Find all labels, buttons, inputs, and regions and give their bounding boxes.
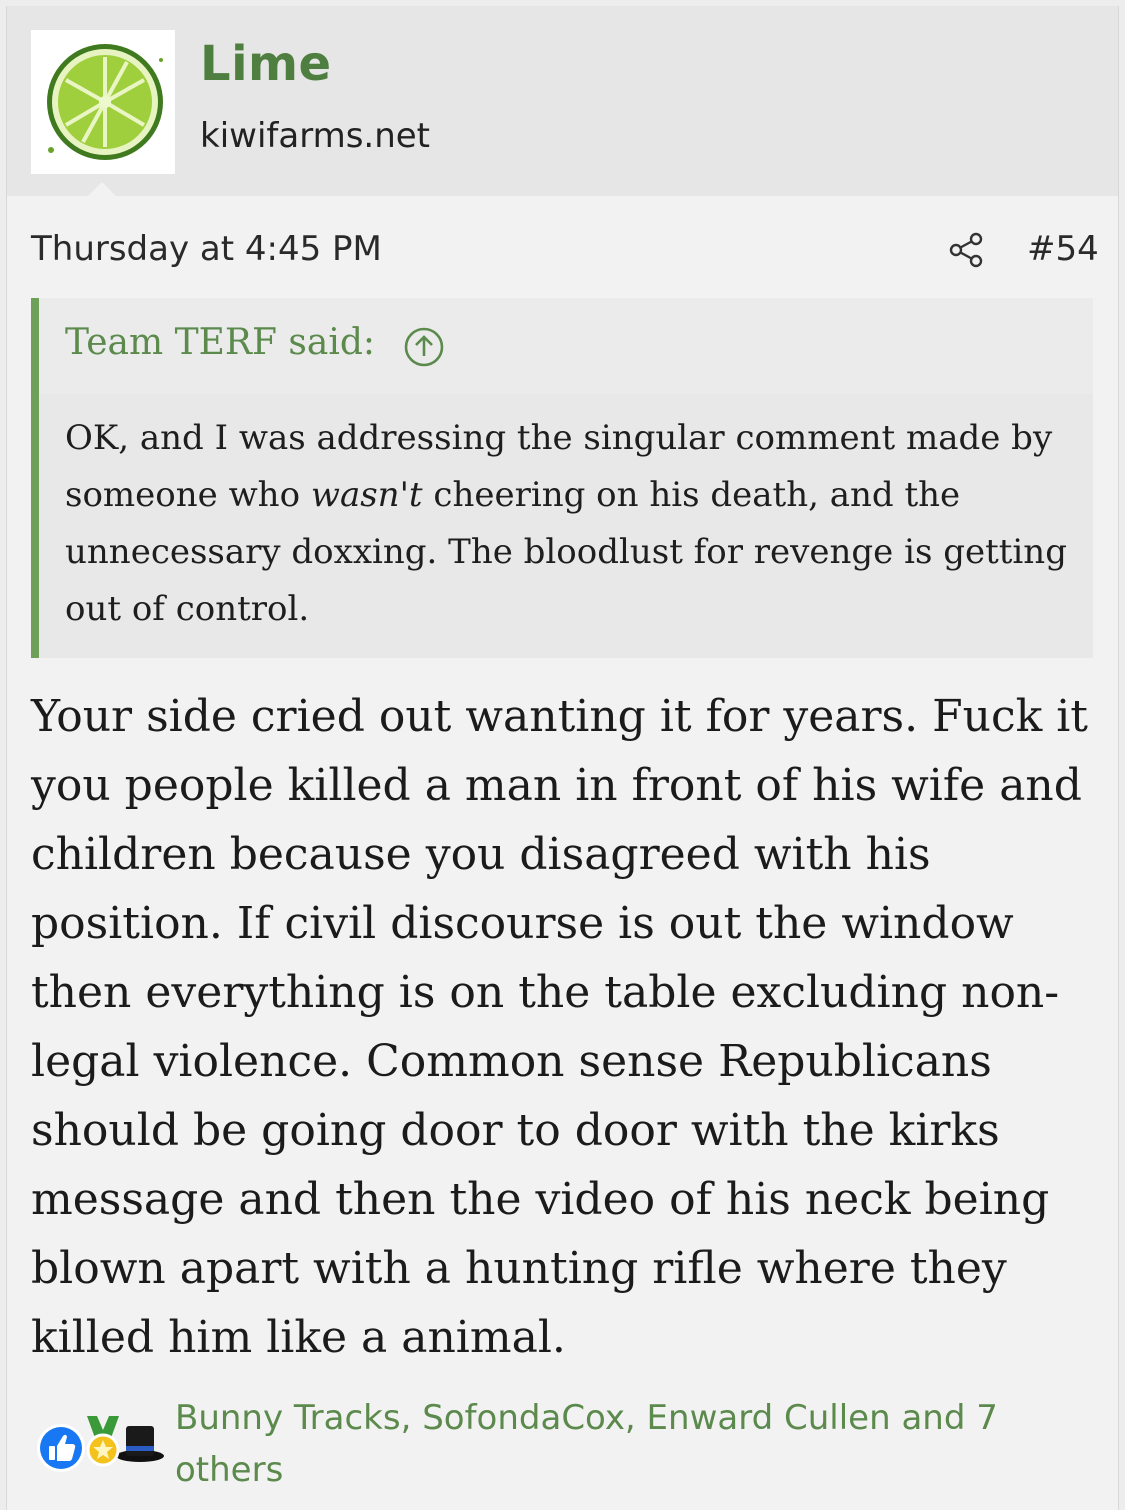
quote-text-emphasis: wasn't	[310, 475, 423, 515]
quote-header: Team TERF said:	[39, 298, 1093, 394]
reaction-icons[interactable]	[25, 1414, 175, 1474]
post-user-header: Lime kiwifarms.net	[7, 6, 1118, 197]
medal-icon	[86, 1416, 120, 1467]
quote-author[interactable]: Team TERF said:	[65, 322, 375, 363]
post-timestamp[interactable]: Thursday at 4:45 PM	[31, 229, 382, 269]
reaction-users[interactable]: Bunny Tracks, SofondaCox, Enward Cullen …	[175, 1392, 1075, 1496]
quote-text: OK, and I was addressing the singular co…	[65, 410, 1075, 638]
lime-slice-avatar-icon	[31, 30, 175, 174]
top-hat-icon	[116, 1426, 164, 1462]
user-title: kiwifarms.net	[200, 116, 431, 156]
user-avatar[interactable]	[31, 30, 175, 174]
quote-block: Team TERF said: OK, and I was addressing…	[31, 298, 1093, 658]
header-notch	[87, 182, 117, 197]
username[interactable]: Lime	[200, 36, 332, 92]
thumbs-up-icon	[37, 1424, 85, 1472]
post-number-link[interactable]: #54	[1027, 229, 1099, 269]
share-icon[interactable]	[947, 230, 987, 270]
arrow-up-circle-icon[interactable]	[403, 326, 445, 368]
post-container: Lime kiwifarms.net Thursday at 4:45 PM #…	[6, 6, 1119, 1510]
post-message: Your side cried out wanting it for years…	[31, 691, 1088, 1363]
